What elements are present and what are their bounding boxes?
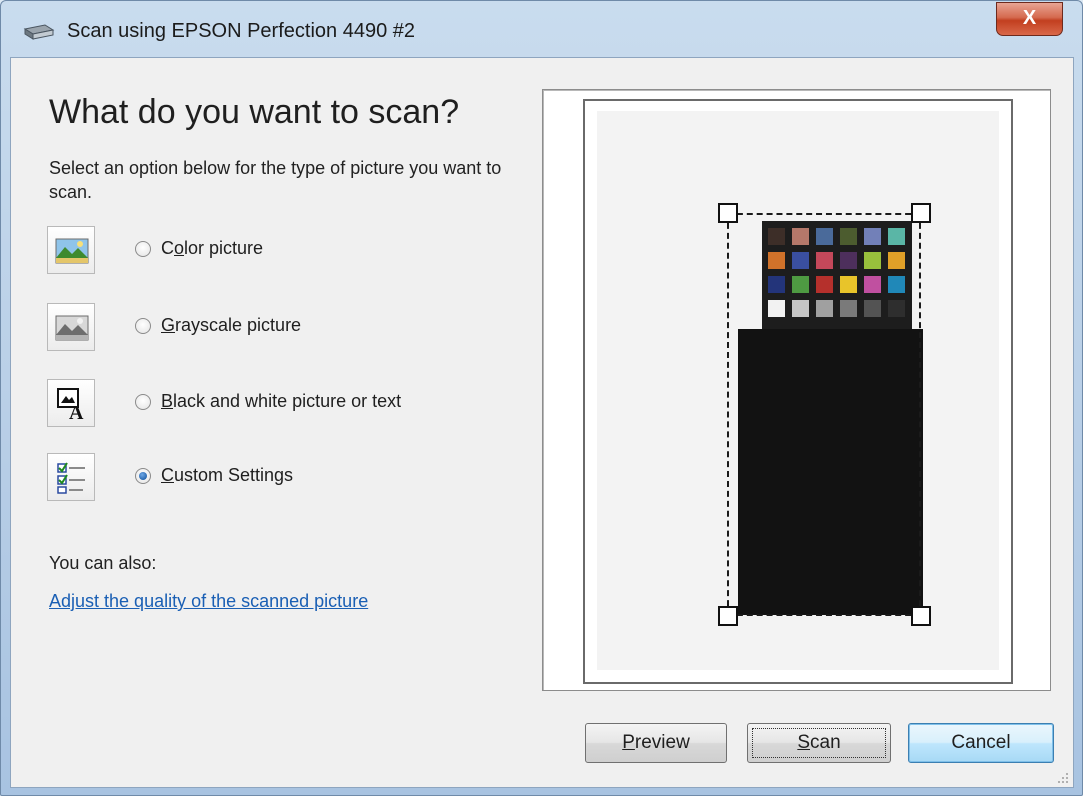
page-title: What do you want to scan? bbox=[49, 93, 460, 131]
custom-settings-label[interactable]: Custom Settings bbox=[161, 465, 293, 486]
scan-preview-pane bbox=[542, 89, 1051, 691]
color-picture-icon[interactable] bbox=[47, 226, 95, 274]
custom-settings-radio[interactable] bbox=[135, 468, 151, 484]
adjust-quality-link[interactable]: Adjust the quality of the scanned pictur… bbox=[49, 591, 368, 612]
instruction-text: Select an option below for the type of p… bbox=[49, 158, 502, 202]
title-bar: Scan using EPSON Perfection 4490 #2 X bbox=[1, 1, 1082, 57]
black-white-radio[interactable] bbox=[135, 394, 151, 410]
cancel-button[interactable]: Cancel bbox=[908, 723, 1054, 763]
scan-dialog-window: Scan using EPSON Perfection 4490 #2 X Wh… bbox=[0, 0, 1083, 796]
color-picture-radio[interactable] bbox=[135, 241, 151, 257]
scanner-icon bbox=[23, 24, 55, 40]
scan-selection-rectangle[interactable] bbox=[727, 213, 921, 616]
grayscale-picture-radio[interactable] bbox=[135, 318, 151, 334]
grayscale-picture-icon[interactable] bbox=[47, 303, 95, 351]
resize-grip-icon[interactable] bbox=[1055, 770, 1069, 784]
option-custom-settings[interactable]: Custom Settings bbox=[47, 453, 527, 505]
selection-handle-top-right[interactable] bbox=[911, 203, 931, 223]
option-grayscale-picture[interactable]: Grayscale picture bbox=[47, 303, 527, 355]
option-black-white[interactable]: A Black and white picture or text bbox=[47, 379, 527, 431]
dialog-client-area: What do you want to scan? Select an opti… bbox=[10, 57, 1074, 788]
selection-handle-bottom-left[interactable] bbox=[718, 606, 738, 626]
scanner-bed[interactable] bbox=[597, 111, 999, 670]
grayscale-picture-label[interactable]: Grayscale picture bbox=[161, 315, 301, 336]
black-white-label[interactable]: Black and white picture or text bbox=[161, 391, 401, 412]
scanner-bed-outline bbox=[583, 99, 1013, 684]
color-picture-label[interactable]: Color picture bbox=[161, 238, 263, 259]
scan-button[interactable]: Scan bbox=[747, 723, 891, 763]
window-title: Scan using EPSON Perfection 4490 #2 bbox=[67, 20, 415, 42]
selection-handle-bottom-right[interactable] bbox=[911, 606, 931, 626]
selection-handle-top-left[interactable] bbox=[718, 203, 738, 223]
also-label: You can also: bbox=[49, 553, 157, 573]
focus-rectangle bbox=[752, 728, 886, 758]
svg-text:A: A bbox=[69, 402, 84, 421]
black-white-text-icon[interactable]: A bbox=[47, 379, 95, 427]
custom-settings-icon[interactable] bbox=[47, 453, 95, 501]
preview-button[interactable]: Preview bbox=[585, 723, 727, 763]
close-button[interactable]: X bbox=[996, 2, 1063, 36]
option-color-picture[interactable]: Color picture bbox=[47, 226, 527, 278]
